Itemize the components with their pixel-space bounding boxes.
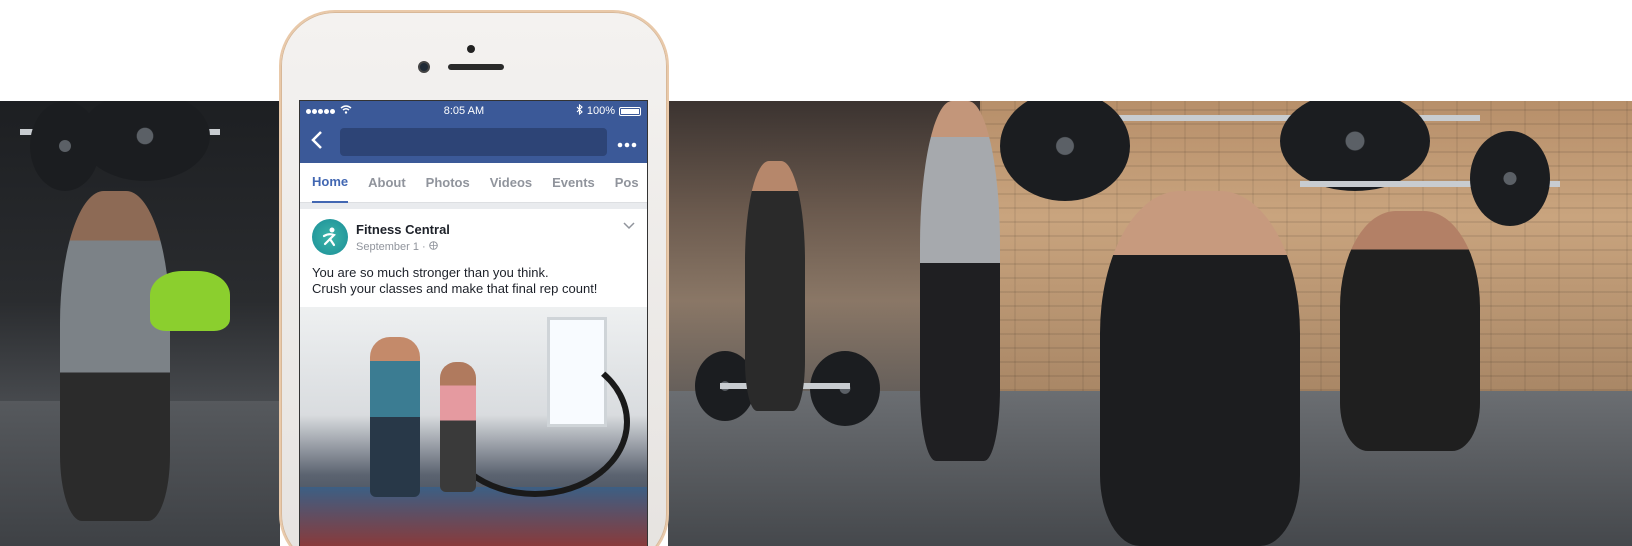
status-time: 8:05 AM xyxy=(443,105,485,117)
phone-screen: 8:05 AM 100% Home About Photos Videos Ev… xyxy=(299,100,648,546)
tab-videos[interactable]: Videos xyxy=(490,163,532,203)
fitness-logo-icon xyxy=(322,227,336,247)
phone-front-camera xyxy=(418,61,430,73)
post-date-text: September 1 · xyxy=(356,240,429,253)
more-options-icon[interactable] xyxy=(617,132,637,153)
athlete-grey-top xyxy=(920,101,1000,461)
page-name[interactable]: Fitness Central xyxy=(356,222,450,237)
athlete-front xyxy=(1100,191,1300,546)
chevron-down-icon[interactable] xyxy=(623,221,635,233)
page-tabs: Home About Photos Videos Events Pos xyxy=(300,163,647,203)
bluetooth-icon xyxy=(576,103,583,118)
tab-posts[interactable]: Pos xyxy=(615,163,639,203)
weight-plate xyxy=(1470,131,1550,226)
page-nav-bar xyxy=(300,121,647,163)
photo-floor xyxy=(300,487,647,546)
athlete-right xyxy=(1340,211,1480,451)
ad-composite: 8:05 AM 100% Home About Photos Videos Ev… xyxy=(0,0,1632,546)
post-date: September 1 · xyxy=(356,241,450,253)
client-figure xyxy=(440,362,476,492)
battery-percent: 100% xyxy=(586,105,615,117)
gym-photo-band xyxy=(0,101,1632,546)
battery-icon xyxy=(619,106,641,116)
signal-icon xyxy=(306,105,336,117)
tab-photos[interactable]: Photos xyxy=(426,163,470,203)
athlete-back xyxy=(745,161,805,411)
page-avatar[interactable] xyxy=(312,219,348,255)
back-icon[interactable] xyxy=(310,130,330,155)
search-bar[interactable] xyxy=(340,128,607,156)
post-header: Fitness Central September 1 · xyxy=(300,209,647,259)
athlete-left xyxy=(60,191,170,521)
weight-plate xyxy=(30,101,100,191)
phone-speaker xyxy=(448,64,504,70)
post-message: You are so much stronger than you think.… xyxy=(300,259,647,307)
post-text-line-2: Crush your classes and make that final r… xyxy=(312,281,598,296)
trainer-figure xyxy=(370,337,420,497)
status-bar: 8:05 AM 100% xyxy=(300,101,647,121)
athlete-green-shirt xyxy=(150,271,230,331)
tab-about[interactable]: About xyxy=(368,163,406,203)
globe-icon xyxy=(428,240,438,253)
phone-camera-dot xyxy=(467,45,475,53)
post-photo[interactable] xyxy=(300,307,647,546)
post-text-line-1: You are so much stronger than you think. xyxy=(312,265,549,280)
tab-events[interactable]: Events xyxy=(552,163,595,203)
tab-home[interactable]: Home xyxy=(312,163,349,203)
wifi-icon xyxy=(340,105,352,117)
